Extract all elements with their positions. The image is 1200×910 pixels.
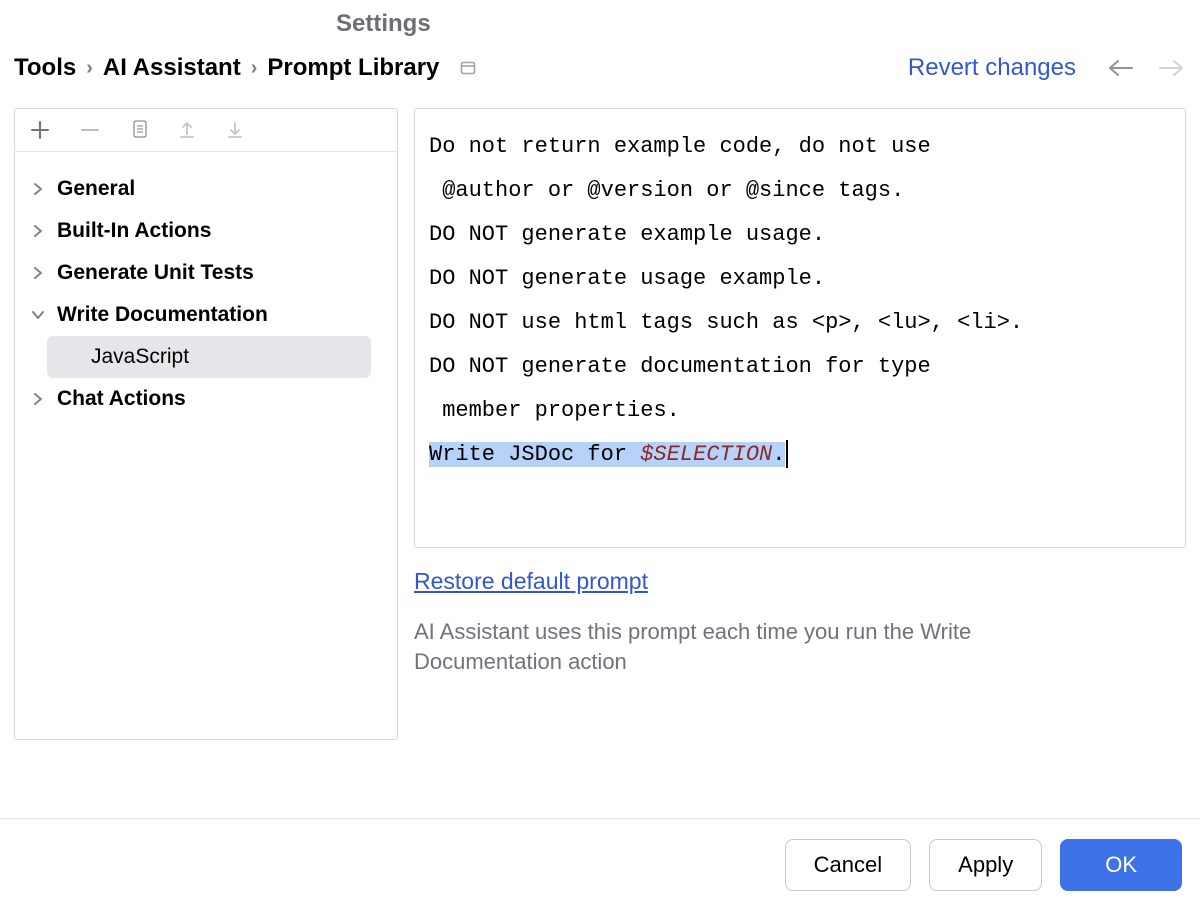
tree-item-label: Built-In Actions <box>57 219 211 243</box>
prompt-editor[interactable]: Do not return example code, do not use @… <box>414 108 1186 548</box>
breadcrumb: Tools › AI Assistant › Prompt Library <box>14 54 477 82</box>
copy-icon[interactable] <box>129 119 149 141</box>
revert-changes-link[interactable]: Revert changes <box>908 54 1076 82</box>
breadcrumb-prompt-library[interactable]: Prompt Library <box>267 54 439 82</box>
tree-item-label: General <box>57 177 135 201</box>
footer: Cancel Apply OK <box>0 818 1200 910</box>
editor-line: member properties. <box>429 398 680 423</box>
restore-default-prompt-link[interactable]: Restore default prompt <box>414 568 648 594</box>
cancel-button[interactable]: Cancel <box>785 839 911 891</box>
editor-text: Write JSDoc for <box>429 442 640 467</box>
text-caret <box>786 440 788 468</box>
chevron-right-icon: › <box>86 57 93 80</box>
tree-item-label: Write Documentation <box>57 303 268 327</box>
tree-item-label: Chat Actions <box>57 387 186 411</box>
tree-item-write-documentation[interactable]: Write Documentation <box>21 294 391 336</box>
remove-icon[interactable] <box>79 119 101 141</box>
ok-button[interactable]: OK <box>1060 839 1182 891</box>
chevron-right-icon <box>31 182 45 196</box>
tree-item-chat-actions[interactable]: Chat Actions <box>21 378 391 420</box>
tree-item-label: JavaScript <box>91 345 189 369</box>
breadcrumb-tools[interactable]: Tools <box>14 54 76 82</box>
window-icon[interactable] <box>459 59 477 77</box>
tree-item-general[interactable]: General <box>21 168 391 210</box>
help-text: AI Assistant uses this prompt each time … <box>414 617 1094 677</box>
chevron-down-icon <box>31 308 45 322</box>
editor-selection: Write JSDoc for $SELECTION. <box>429 442 785 467</box>
header-row: Tools › AI Assistant › Prompt Library Re… <box>0 54 1200 108</box>
apply-button[interactable]: Apply <box>929 839 1042 891</box>
add-icon[interactable] <box>29 119 51 141</box>
forward-arrow-icon <box>1158 58 1186 78</box>
editor-line: DO NOT generate example usage. <box>429 222 825 247</box>
editor-line: DO NOT use html tags such as <p>, <lu>, … <box>429 310 1023 335</box>
tree-item-builtin-actions[interactable]: Built-In Actions <box>21 210 391 252</box>
settings-title: Settings <box>0 0 1200 54</box>
sidebar: General Built-In Actions Generate Unit T… <box>14 108 398 740</box>
breadcrumb-ai-assistant[interactable]: AI Assistant <box>103 54 241 82</box>
editor-line: Do not return example code, do not use <box>429 134 931 159</box>
back-arrow-icon[interactable] <box>1106 58 1134 78</box>
editor-line: @author or @version or @since tags. <box>429 178 904 203</box>
content: Do not return example code, do not use @… <box>414 108 1186 740</box>
editor-line: DO NOT generate usage example. <box>429 266 825 291</box>
tree-item-generate-unit-tests[interactable]: Generate Unit Tests <box>21 252 391 294</box>
tree-item-javascript[interactable]: JavaScript <box>47 336 371 378</box>
editor-text: . <box>772 442 785 467</box>
tree-item-label: Generate Unit Tests <box>57 261 254 285</box>
chevron-right-icon <box>31 392 45 406</box>
editor-variable: $SELECTION <box>640 442 772 467</box>
tree: General Built-In Actions Generate Unit T… <box>15 152 397 436</box>
chevron-right-icon <box>31 224 45 238</box>
sidebar-toolbar <box>15 109 397 152</box>
chevron-right-icon <box>31 266 45 280</box>
chevron-right-icon: › <box>251 57 258 80</box>
editor-line: DO NOT generate documentation for type <box>429 354 931 379</box>
import-down-icon[interactable] <box>225 119 245 141</box>
export-up-icon[interactable] <box>177 119 197 141</box>
